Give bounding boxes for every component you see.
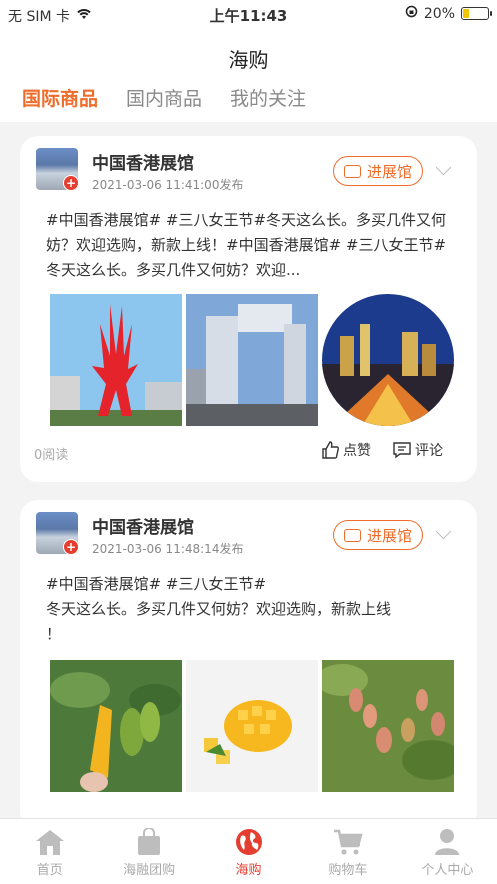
thumbs-up-icon	[322, 441, 339, 459]
post-text[interactable]: #中国香港展馆# #三八女王节#冬天这么长。多买几件又何妨？欢迎选购，新款上线！…	[46, 208, 455, 283]
tabbar-item-profile[interactable]: 个人中心	[398, 819, 497, 884]
home-icon	[35, 828, 65, 856]
tabbar-item-haigou[interactable]: 海购	[199, 819, 298, 884]
enter-hall-button[interactable]: 进展馆	[333, 156, 423, 186]
tabbar-item-cart[interactable]: 购物车	[298, 819, 397, 884]
hall-name[interactable]: 中国香港展馆	[92, 513, 194, 538]
enter-hall-label: 进展馆	[366, 162, 412, 181]
tabbar-item-home[interactable]: 首页	[0, 819, 99, 884]
shopping-bag-icon	[136, 828, 162, 856]
battery-percent: 20%	[423, 5, 455, 22]
post-images	[50, 294, 454, 426]
cart-icon	[333, 828, 363, 856]
bottom-tab-bar: 首页 海融团购 海购 购物车 个人中心	[0, 818, 497, 884]
category-tabs: 国际商品 国内商品 我的关注	[22, 84, 306, 111]
tabbar-label: 购物车	[328, 863, 368, 878]
hall-icon	[343, 164, 361, 178]
post-text[interactable]: #中国香港展馆# #三八女王节# 冬天这么长。多买几件又何妨？欢迎选购，新款上线…	[46, 572, 455, 647]
post-image-mango-tree[interactable]	[50, 660, 182, 792]
post-image-sculpture[interactable]	[50, 294, 182, 426]
globe-icon	[235, 828, 263, 856]
chevron-down-icon[interactable]	[435, 523, 452, 540]
post-image-building[interactable]	[186, 294, 318, 426]
chevron-down-icon[interactable]	[435, 159, 452, 176]
tabbar-label: 个人中心	[421, 863, 474, 878]
person-icon	[434, 828, 460, 856]
battery-icon	[461, 7, 492, 20]
avatar[interactable]: +	[36, 148, 78, 190]
comment-button[interactable]: 评论	[392, 440, 443, 460]
post-images	[50, 660, 454, 792]
post-image-mango-cut[interactable]	[186, 660, 318, 792]
enter-hall-button[interactable]: 进展馆	[333, 520, 423, 550]
post-card[interactable]: + 中国香港展馆 2021-03-06 11:41:00发布 进展馆 #中国香港…	[20, 136, 477, 482]
post-image-city-night[interactable]	[322, 294, 454, 426]
read-count: 0阅读	[34, 448, 69, 463]
post-time: 2021-03-06 11:41:00发布	[92, 178, 244, 192]
comment-label: 评论	[415, 443, 443, 459]
tabbar-item-group-buy[interactable]: 海融团购	[99, 819, 198, 884]
enter-hall-label: 进展馆	[366, 526, 412, 545]
post-image-mango-orchard[interactable]	[322, 660, 454, 792]
post-time: 2021-03-06 11:48:14发布	[92, 542, 244, 556]
tab-international[interactable]: 国际商品	[22, 84, 98, 111]
tab-my-follows[interactable]: 我的关注	[230, 84, 306, 111]
comment-icon	[393, 442, 411, 459]
tabbar-label: 海购	[235, 863, 262, 878]
page-header: 海购 国际商品 国内商品 我的关注	[0, 28, 497, 122]
like-label: 点赞	[343, 443, 371, 459]
orientation-lock-icon	[405, 5, 418, 22]
tabbar-label: 首页	[36, 863, 63, 878]
hall-name[interactable]: 中国香港展馆	[92, 149, 194, 174]
tabbar-label: 海融团购	[123, 863, 176, 878]
follow-plus-icon[interactable]: +	[63, 539, 78, 554]
avatar[interactable]: +	[36, 512, 78, 554]
like-button[interactable]: 点赞	[320, 440, 371, 460]
status-bar: 无 SIM 卡 上午11:43 20%	[0, 0, 497, 28]
post-card[interactable]: + 中国香港展馆 2021-03-06 11:48:14发布 进展馆 #中国香港…	[20, 500, 477, 830]
follow-plus-icon[interactable]: +	[63, 175, 78, 190]
page-title: 海购	[228, 48, 269, 72]
hall-icon	[343, 528, 361, 542]
tab-domestic[interactable]: 国内商品	[126, 84, 202, 111]
